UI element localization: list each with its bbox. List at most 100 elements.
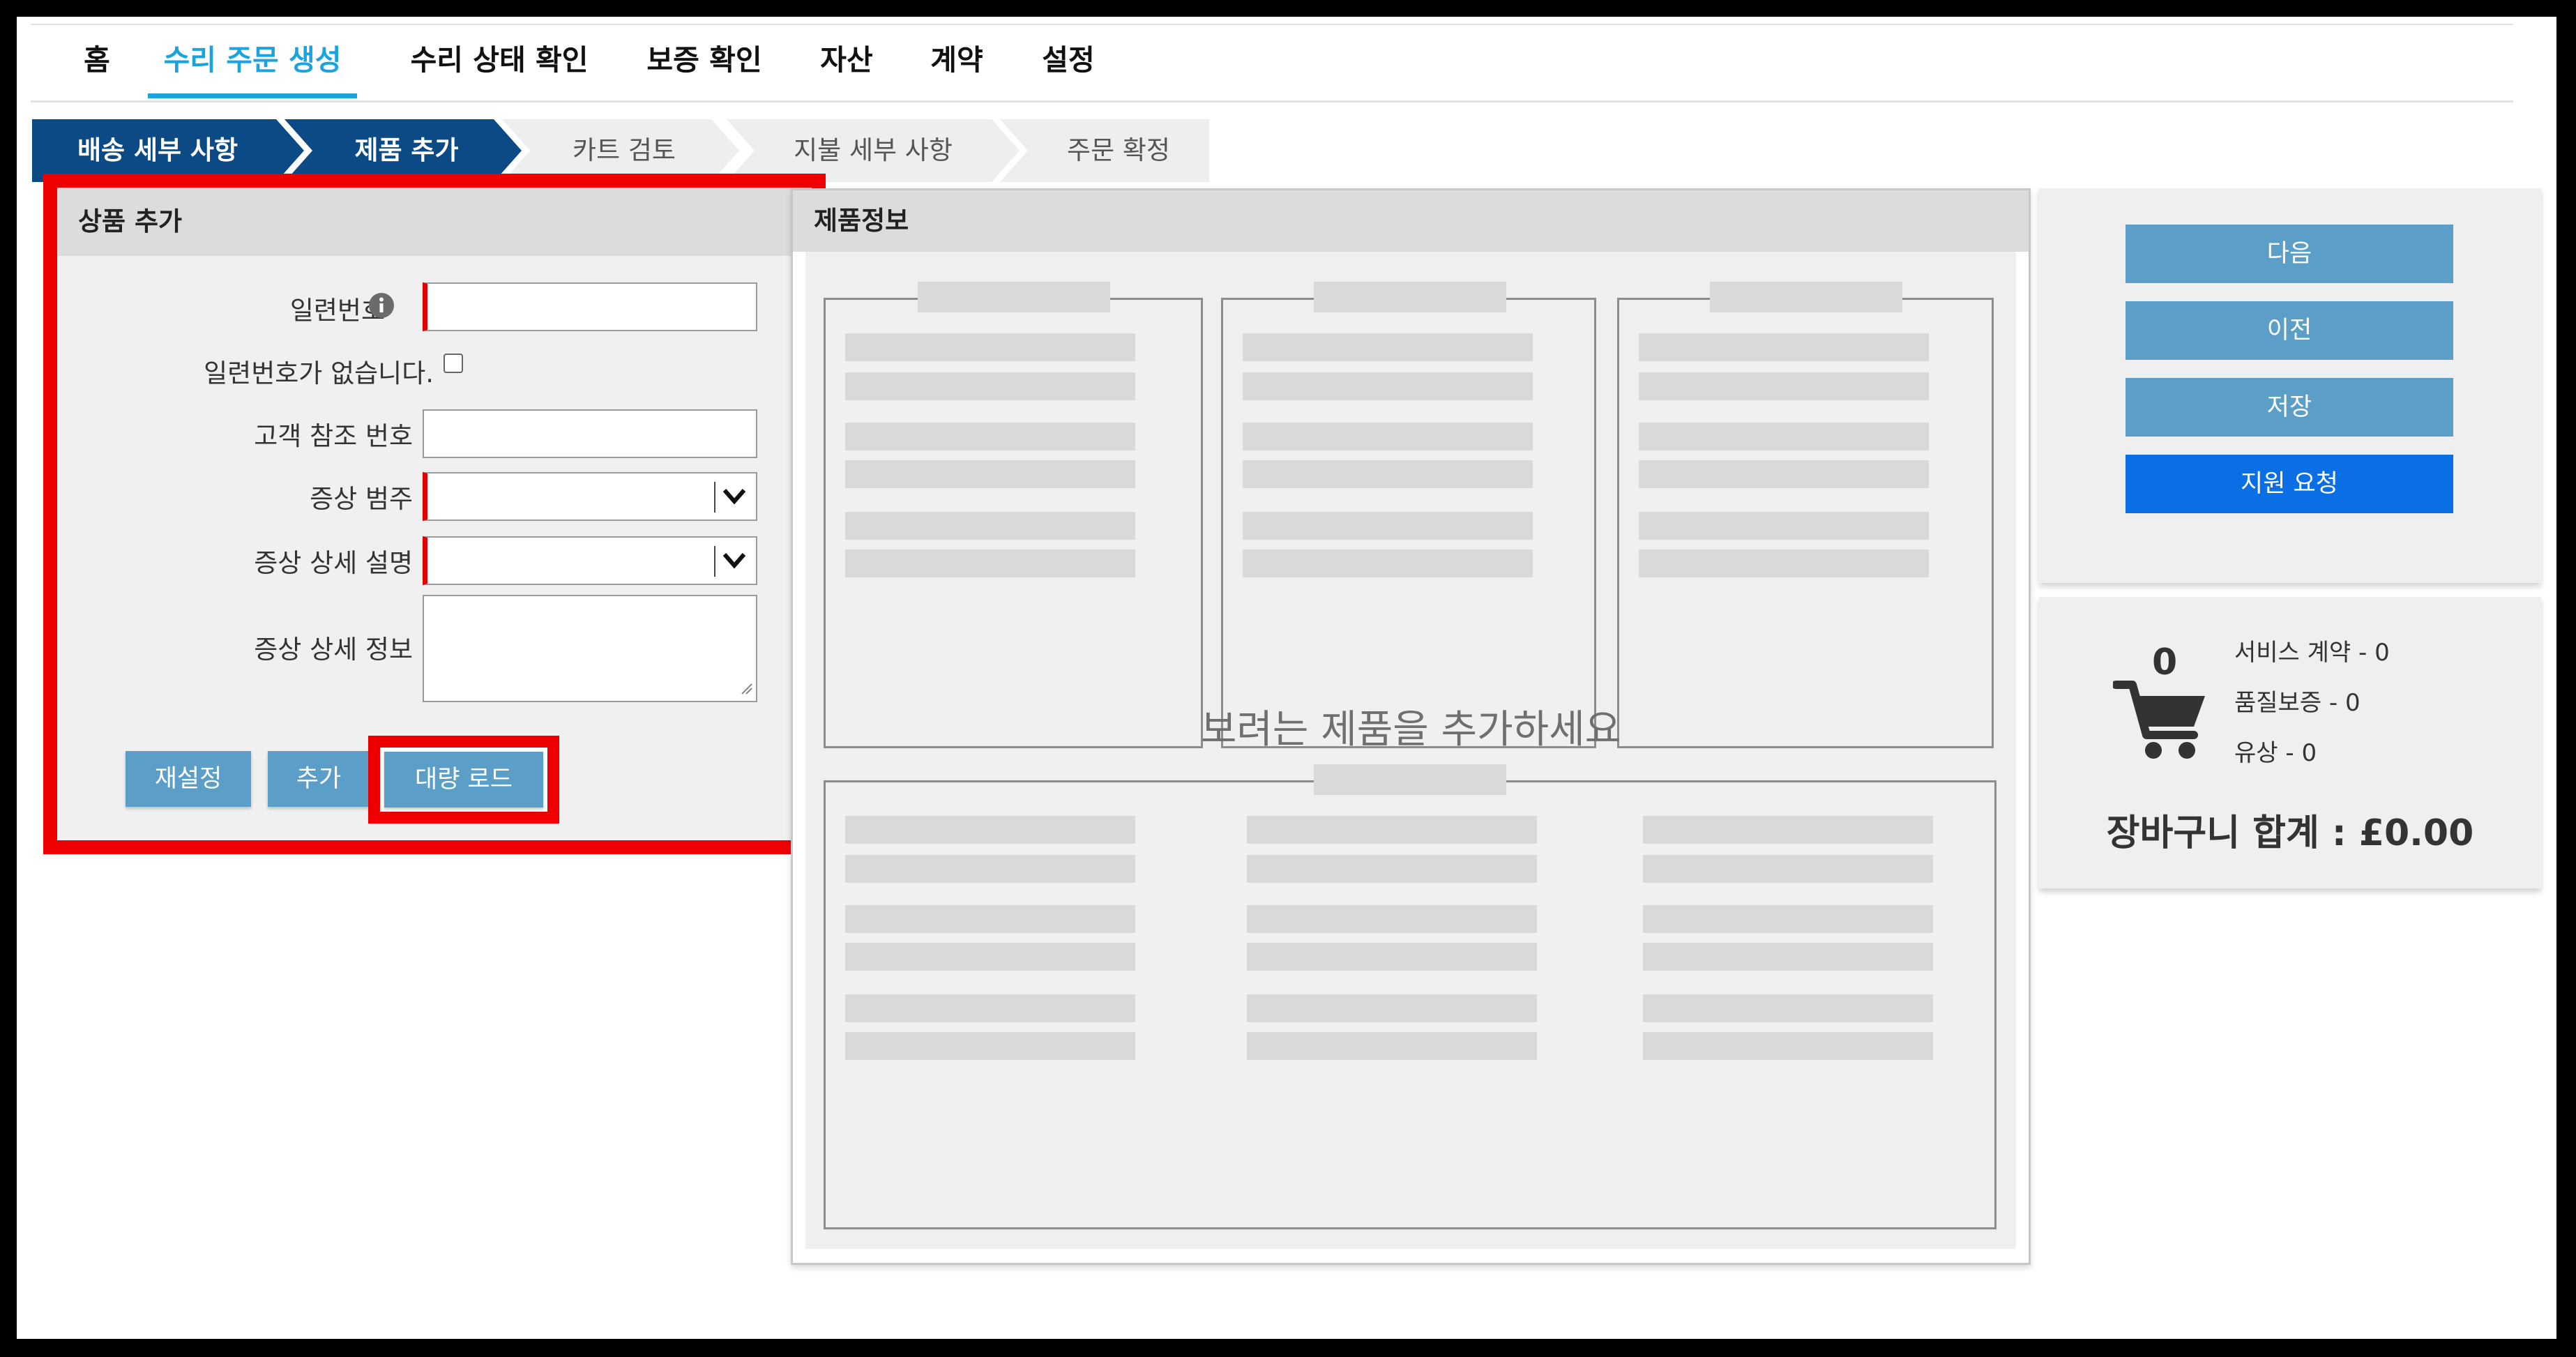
skeleton-bar (1639, 549, 1929, 577)
symptom-category-label: 증상 범주 (310, 484, 413, 514)
chevron-down-icon (722, 546, 746, 577)
product-info-title: 제품정보 (814, 206, 909, 236)
chevron-down-icon (722, 482, 746, 513)
step-cart-review[interactable]: 카트 검토 (502, 119, 739, 182)
serial-input[interactable] (423, 282, 757, 331)
skeleton-bar (1639, 512, 1929, 540)
no-serial-label: 일련번호가 없습니다. (204, 358, 434, 388)
previous-button[interactable]: 이전 (2126, 301, 2453, 360)
skeleton-bar (1643, 905, 1933, 933)
card-tab (1314, 764, 1506, 795)
skeleton-bar (845, 372, 1135, 400)
nav-assets[interactable]: 자산 (812, 25, 881, 95)
skeleton-bar (845, 855, 1135, 883)
action-panel: 다음 이전 저장 지원 요청 (2039, 188, 2541, 583)
next-button[interactable]: 다음 (2126, 225, 2453, 283)
step-label: 카트 검토 (573, 135, 676, 165)
skeleton-bar (1643, 943, 1933, 971)
skeleton-bar (1247, 816, 1537, 844)
skeleton-bar (845, 1032, 1135, 1060)
placeholder-card (1617, 282, 1994, 748)
add-product-header: 상품 추가 (57, 188, 812, 256)
skeleton-bar (845, 460, 1135, 488)
skeleton-bar (1639, 460, 1929, 488)
skeleton-bar (1243, 372, 1533, 400)
skeleton-bar (1243, 460, 1533, 488)
warranty-count: 품질보증 - 0 (2234, 689, 2361, 717)
paid-count: 유상 - 0 (2234, 739, 2317, 767)
skeleton-bar (845, 333, 1135, 361)
skeleton-bar (1247, 855, 1537, 883)
product-info-body: 보려는 제품을 추가하세요 (805, 252, 2016, 1249)
skeleton-bar (1643, 1032, 1933, 1060)
skeleton-bar (1639, 333, 1929, 361)
nav-settings[interactable]: 설정 (1033, 25, 1103, 95)
product-info-panel: 제품정보 보려는 제품을 추가하세요 (791, 188, 2031, 1265)
nav-home[interactable]: 홈 (73, 25, 121, 95)
skeleton-bar (845, 994, 1135, 1022)
add-button[interactable]: 추가 (268, 751, 370, 807)
step-label: 지불 세부 사항 (794, 135, 953, 165)
empty-product-message: 보려는 제품을 추가하세요 (1200, 707, 1621, 752)
add-product-title: 상품 추가 (78, 206, 183, 236)
placeholder-card-wide (824, 764, 1997, 1229)
step-shipping-details[interactable]: 배송 세부 사항 (32, 119, 304, 182)
bulk-load-highlight: 대량 로드 (368, 736, 559, 824)
save-button[interactable]: 저장 (2126, 378, 2453, 437)
skeleton-bar (1247, 1032, 1537, 1060)
skeleton-bar (1639, 372, 1929, 400)
skeleton-bar (845, 549, 1135, 577)
skeleton-bar (1247, 943, 1537, 971)
symptom-desc-select[interactable] (423, 536, 757, 585)
resize-handle-icon[interactable] (739, 681, 753, 698)
nav-contracts[interactable]: 계약 (922, 25, 992, 95)
placeholder-card (824, 282, 1203, 748)
app-window: 홈 수리 주문 생성 수리 상태 확인 보증 확인 자산 계약 설정 주문 확정… (17, 17, 2556, 1339)
support-request-button[interactable]: 지원 요청 (2126, 455, 2453, 513)
symptom-info-label: 증상 상세 정보 (254, 635, 413, 665)
skeleton-bar (1643, 816, 1933, 844)
shopping-cart-icon[interactable] (2112, 671, 2211, 766)
skeleton-bar (1243, 333, 1533, 361)
nav-create-repair-order[interactable]: 수리 주문 생성 (148, 25, 357, 98)
card-tab (1710, 282, 1902, 312)
step-label: 제품 추가 (354, 135, 459, 165)
placeholder-card (1221, 282, 1596, 748)
skeleton-bar (1243, 423, 1533, 450)
symptom-info-textarea[interactable] (423, 595, 757, 702)
step-label: 배송 세부 사항 (77, 135, 238, 165)
card-tab (918, 282, 1110, 312)
symptom-desc-label: 증상 상세 설명 (254, 548, 413, 578)
skeleton-bar (1643, 855, 1933, 883)
no-serial-checkbox[interactable] (444, 354, 463, 373)
customer-ref-label: 고객 참조 번호 (254, 421, 413, 451)
skeleton-bar (1247, 994, 1537, 1022)
customer-ref-input[interactable] (423, 409, 757, 458)
nav-warranty-check[interactable]: 보증 확인 (635, 25, 774, 95)
select-divider (714, 482, 715, 513)
step-order-confirm[interactable]: 주문 확정 (1000, 119, 1209, 182)
top-navigation: 홈 수리 주문 생성 수리 상태 확인 보증 확인 자산 계약 설정 (31, 24, 2513, 103)
service-contract-count: 서비스 계약 - 0 (2234, 639, 2390, 667)
skeleton-bar (1243, 549, 1533, 577)
step-payment-details[interactable]: 지불 세부 사항 (727, 119, 1020, 182)
card-tab (1314, 282, 1506, 312)
skeleton-bar (1243, 512, 1533, 540)
cart-summary-panel: 0 서비스 계약 - 0 품질보증 - 0 유상 - 0 장바구니 합계 : £… (2039, 597, 2541, 888)
symptom-category-select[interactable] (423, 472, 757, 521)
skeleton-bar (845, 943, 1135, 971)
bulk-load-button[interactable]: 대량 로드 (384, 752, 543, 808)
product-info-header: 제품정보 (793, 190, 2029, 252)
add-product-panel: 상품 추가 일련번호 일련번호가 없습니다. 고객 참조 번호 증상 범주 증상… (43, 174, 826, 854)
skeleton-bar (1639, 423, 1929, 450)
select-divider (714, 546, 715, 577)
skeleton-bar (1643, 994, 1933, 1022)
step-label: 주문 확정 (1067, 135, 1170, 165)
info-icon[interactable] (368, 292, 395, 321)
nav-repair-status[interactable]: 수리 상태 확인 (395, 25, 604, 95)
reset-button[interactable]: 재설정 (126, 751, 251, 807)
step-add-product[interactable]: 제품 추가 (285, 119, 522, 182)
skeleton-bar (845, 512, 1135, 540)
skeleton-bar (845, 905, 1135, 933)
cart-total: 장바구니 합계 : £0.00 (2106, 812, 2474, 854)
